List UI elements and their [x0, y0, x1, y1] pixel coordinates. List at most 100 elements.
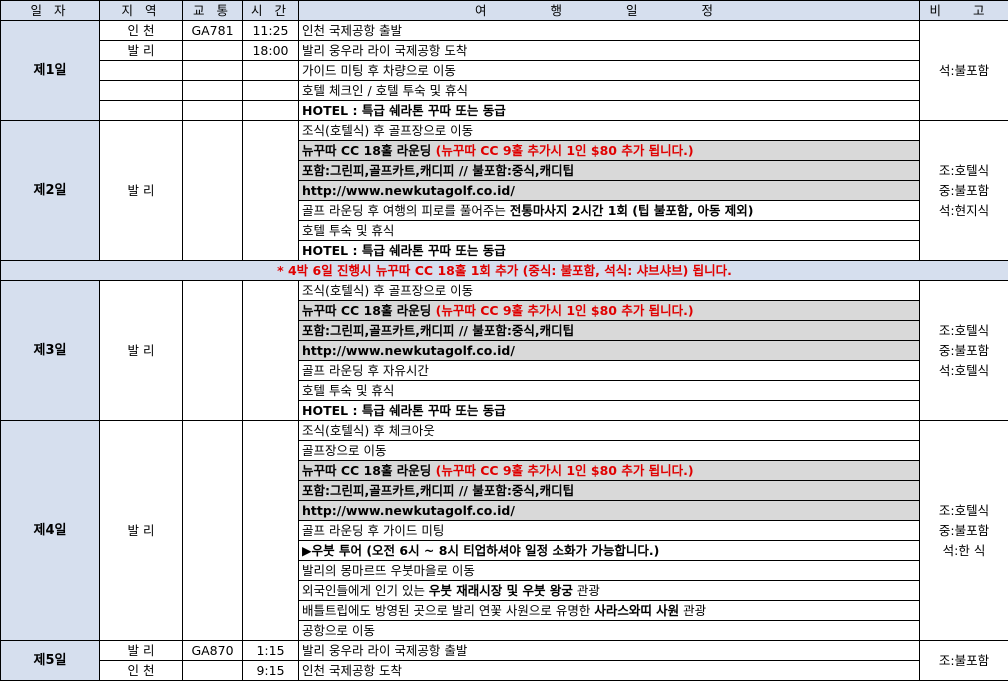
schedule-text: 조식(호텔식) 후 골프장으로 이동	[302, 282, 474, 298]
time-cell	[242, 120, 299, 261]
region-cell: 발 리	[99, 40, 183, 61]
transport-cell	[182, 40, 243, 61]
schedule-text: 골프장으로 이동	[302, 442, 387, 458]
meal-note-line: 석:불포함	[938, 62, 990, 78]
schedule-cell: 외국인들에게 인기 있는 우붓 재래시장 및 우붓 왕궁 관광	[298, 580, 920, 601]
day-label: 제5일	[0, 640, 100, 681]
schedule-text: (뉴꾸따 CC 9홀 추가시 1인 $80 추가 됩니다.)	[435, 142, 694, 158]
schedule-cell: 조식(호텔식) 후 체크아웃	[298, 420, 920, 441]
schedule-text: 조식(호텔식) 후 골프장으로 이동	[302, 122, 474, 138]
schedule-text: http://www.newkutagolf.co.id/	[302, 502, 515, 518]
schedule-text: 포함:그린피,골프카트,캐디피 // 불포함:중식,캐디팁	[302, 482, 575, 498]
region-cell: 인 천	[99, 660, 183, 681]
schedule-text: 사라스와띠 사원	[594, 602, 680, 618]
schedule-text: 관광	[572, 582, 600, 598]
header-time: 시 간	[242, 0, 299, 21]
meal-note: 조:호텔식중:불포함석:현지식	[919, 120, 1008, 261]
schedule-text: 골프 라운딩 후 가이드 미팅	[302, 522, 445, 538]
time-cell: 11:25	[242, 20, 299, 41]
time-cell	[242, 60, 299, 81]
schedule-cell: 인천 국제공항 도착	[298, 660, 920, 681]
meal-note: 석:불포함	[919, 20, 1008, 121]
schedule-text: 조식(호텔식) 후 체크아웃	[302, 422, 435, 438]
schedule-cell: 포함:그린피,골프카트,캐디피 // 불포함:중식,캐디팁	[298, 320, 920, 341]
schedule-text: HOTEL : 특급 쉐라톤 꾸따 또는 동급	[302, 102, 506, 118]
time-cell	[242, 420, 299, 641]
schedule-cell: 인천 국제공항 출발	[298, 20, 920, 41]
meal-note-line: 조:불포함	[938, 652, 990, 668]
table-row: 제4일 발 리 조식(호텔식) 후 체크아웃 조:호텔식 중:불포함 석:한 식	[0, 420, 1008, 641]
schedule-text: 관광	[679, 602, 707, 618]
schedule-cell: HOTEL : 특급 쉐라톤 꾸따 또는 동급	[298, 240, 920, 261]
schedule-cell: 호텔 투숙 및 휴식	[298, 220, 920, 241]
meal-note-line: 조:호텔식	[938, 162, 990, 178]
schedule-text: (뉴꾸따 CC 9홀 추가시 1인 $80 추가 됩니다.)	[435, 302, 694, 318]
meal-note-line: 조:호텔식	[938, 502, 990, 518]
schedule-text: 인천 국제공항 도착	[302, 662, 402, 678]
schedule-cell: 공항으로 이동	[298, 620, 920, 641]
schedule-cell: 포함:그린피,골프카트,캐디피 // 불포함:중식,캐디팁	[298, 480, 920, 501]
schedule-cell: 조식(호텔식) 후 골프장으로 이동	[298, 120, 920, 141]
meal-note-line: 석:한 식	[942, 542, 986, 558]
banner-note: * 4박 6일 진행시 뉴꾸따 CC 18홀 1회 추가 (중식: 불포함, 석…	[0, 260, 1008, 281]
schedule-text: 전통마사지 2시간 1회 (팁 불포함, 아동 제외)	[509, 202, 754, 218]
schedule-text: HOTEL : 특급 쉐라톤 꾸따 또는 동급	[302, 402, 506, 418]
region-cell	[99, 60, 183, 81]
day-label: 제4일	[0, 420, 100, 641]
meal-note-line: 석:현지식	[938, 202, 990, 218]
header-schedule: 여 행 일 정	[298, 0, 920, 21]
schedule-text: HOTEL : 특급 쉐라톤 꾸따 또는 동급	[302, 242, 506, 258]
schedule-text: 발리 웅우라 라이 국제공항 출발	[302, 642, 468, 658]
header-note: 비 고	[919, 0, 1008, 21]
schedule-text: 외국인들에게 인기 있는	[302, 582, 429, 598]
schedule-text: 뉴꾸따 CC 18홀 라운딩	[302, 302, 436, 318]
transport-cell	[182, 60, 243, 81]
schedule-text: 포함:그린피,골프카트,캐디피 // 불포함:중식,캐디팁	[302, 162, 575, 178]
meal-note-line: 석:호텔식	[938, 362, 990, 378]
meal-note: 조:불포함	[919, 640, 1008, 681]
transport-cell	[182, 420, 243, 641]
schedule-text: 발리의 몽마르뜨 우붓마을로 이동	[302, 562, 475, 578]
time-cell	[242, 280, 299, 421]
header-region: 지 역	[99, 0, 183, 21]
schedule-text: 배틀트립에도 방영된 곳으로 발리 연꽃 사원으로 유명한	[302, 602, 595, 618]
region-cell: 발 리	[99, 640, 183, 661]
schedule-text: 골프 라운딩 후 자유시간	[302, 362, 429, 378]
region-cell	[99, 80, 183, 101]
header-date: 일 자	[0, 0, 100, 21]
schedule-cell: 호텔 투숙 및 휴식	[298, 380, 920, 401]
schedule-cell: 호텔 체크인 / 호텔 투숙 및 휴식	[298, 80, 920, 101]
schedule-cell: 포함:그린피,골프카트,캐디피 // 불포함:중식,캐디팁	[298, 160, 920, 181]
transport-cell	[182, 660, 243, 681]
schedule-text: 호텔 투숙 및 휴식	[302, 222, 395, 238]
schedule-cell: 뉴꾸따 CC 18홀 라운딩 (뉴꾸따 CC 9홀 추가시 1인 $80 추가 …	[298, 140, 920, 161]
table-row: 인 천 9:15 인천 국제공항 도착	[1, 660, 1008, 681]
schedule-text: 포함:그린피,골프카트,캐디피 // 불포함:중식,캐디팁	[302, 322, 575, 338]
transport-cell: GA781	[182, 20, 243, 41]
time-cell: 1:15	[242, 640, 299, 661]
meal-note: 조:호텔식 중:불포함 석:호텔식	[919, 280, 1008, 421]
day-label: 제2일	[0, 120, 100, 261]
table-row: 가이드 미팅 후 차량으로 이동	[1, 60, 1008, 81]
schedule-cell: HOTEL : 특급 쉐라톤 꾸따 또는 동급	[298, 400, 920, 421]
table-row: 발 리 18:00 발리 웅우라 라이 국제공항 도착	[1, 40, 1008, 61]
schedule-cell: ▶우붓 투어 (오전 6시 ~ 8시 티업하셔야 일정 소화가 가능합니다.)	[298, 540, 920, 561]
table-row: HOTEL : 특급 쉐라톤 꾸따 또는 동급	[1, 100, 1008, 121]
region-cell: 인 천	[99, 20, 183, 41]
schedule-cell: 발리 웅우라 라이 국제공항 도착	[298, 40, 920, 61]
schedule-cell: 배틀트립에도 방영된 곳으로 발리 연꽃 사원으로 유명한 사라스와띠 사원 관…	[298, 600, 920, 621]
schedule-cell: HOTEL : 특급 쉐라톤 꾸따 또는 동급	[298, 100, 920, 121]
schedule-text: 호텔 투숙 및 휴식	[302, 382, 395, 398]
meal-note-line: 중:불포함	[938, 182, 990, 198]
table-row: 제2일 발 리 조식(호텔식) 후 골프장으로 이동 조:호텔식 중:불포함 석:현지식	[0, 120, 1008, 261]
schedule-cell: 뉴꾸따 CC 18홀 라운딩 (뉴꾸따 CC 9홀 추가시 1인 $80 추가 …	[298, 300, 920, 321]
schedule-text: http://www.newkutagolf.co.id/	[302, 182, 515, 198]
schedule-cell: http://www.newkutagolf.co.id/	[298, 340, 920, 361]
region-cell: 발 리	[99, 420, 183, 641]
meal-note: 조:호텔식 중:불포함 석:한 식	[919, 420, 1008, 641]
region-cell	[99, 100, 183, 121]
table-row: 제5일 발 리 GA870 1:15 발리 웅우라 라이 국제공항 출발 조:불포함	[0, 640, 1008, 681]
itinerary-table: 일 자 지 역 교 통 시 간 여 행 일 정 비 고 제1일 인 천 GA781 1…	[0, 0, 1008, 681]
schedule-text: 인천 국제공항 출발	[302, 22, 402, 38]
region-cell: 발 리	[99, 280, 183, 421]
